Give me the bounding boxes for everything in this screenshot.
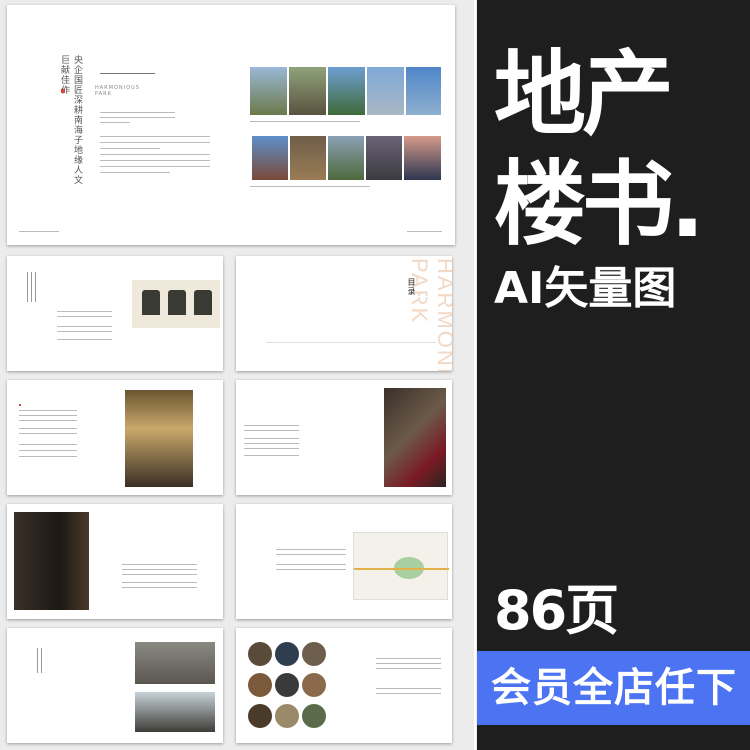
brochure-spread-lifestyle — [7, 380, 223, 495]
brochure-spread-map — [236, 504, 452, 619]
toc-title: 目录 — [407, 278, 416, 296]
brochure-spread-architecture — [7, 628, 223, 743]
brochure-spread-tea — [236, 380, 452, 495]
page-count: 86页 — [494, 579, 619, 642]
architecture-photo — [135, 692, 215, 732]
brochure-spread-gallery — [7, 504, 223, 619]
building-photo — [406, 67, 441, 115]
building-photo — [366, 136, 402, 180]
cover-heading: HARMONIOUS PARK — [95, 85, 140, 97]
circle-photo-grid — [248, 642, 326, 732]
brochure-spread-cover: 央企国匠深耕南海子地缘人文 巨献佳作 HARMONIOUS PARK — [7, 5, 455, 245]
title-line-2: 楼书. — [494, 151, 705, 258]
brochure-spread-bells — [7, 256, 223, 371]
harmonious-park-watermark: HARMONIOUS PARK — [407, 258, 452, 371]
building-photo — [404, 136, 441, 180]
building-photo — [250, 67, 287, 115]
member-download-banner[interactable]: 会员全店任下 — [477, 651, 750, 725]
building-photo — [252, 136, 288, 180]
building-photo — [367, 67, 404, 115]
brochure-spread-contents: HARMONIOUS PARK 目录 — [236, 256, 452, 371]
location-map — [353, 532, 449, 600]
bronze-bells-image — [132, 280, 220, 328]
cover-vertical-title: 央企国匠深耕南海子地缘人文 — [72, 55, 82, 185]
building-photo — [328, 136, 364, 180]
building-photo — [290, 136, 326, 180]
divider-line — [474, 0, 476, 750]
tea-photo — [384, 388, 446, 487]
seal-mark — [61, 89, 65, 93]
subtitle: AI矢量图 — [494, 263, 677, 314]
building-photo — [328, 67, 365, 115]
people-photo — [125, 390, 193, 487]
title-line-1: 地产 — [494, 41, 674, 148]
architecture-photo — [135, 642, 215, 684]
building-photo — [289, 67, 326, 115]
sculpture-photo — [14, 512, 89, 610]
brochure-spread-collage — [236, 628, 452, 743]
